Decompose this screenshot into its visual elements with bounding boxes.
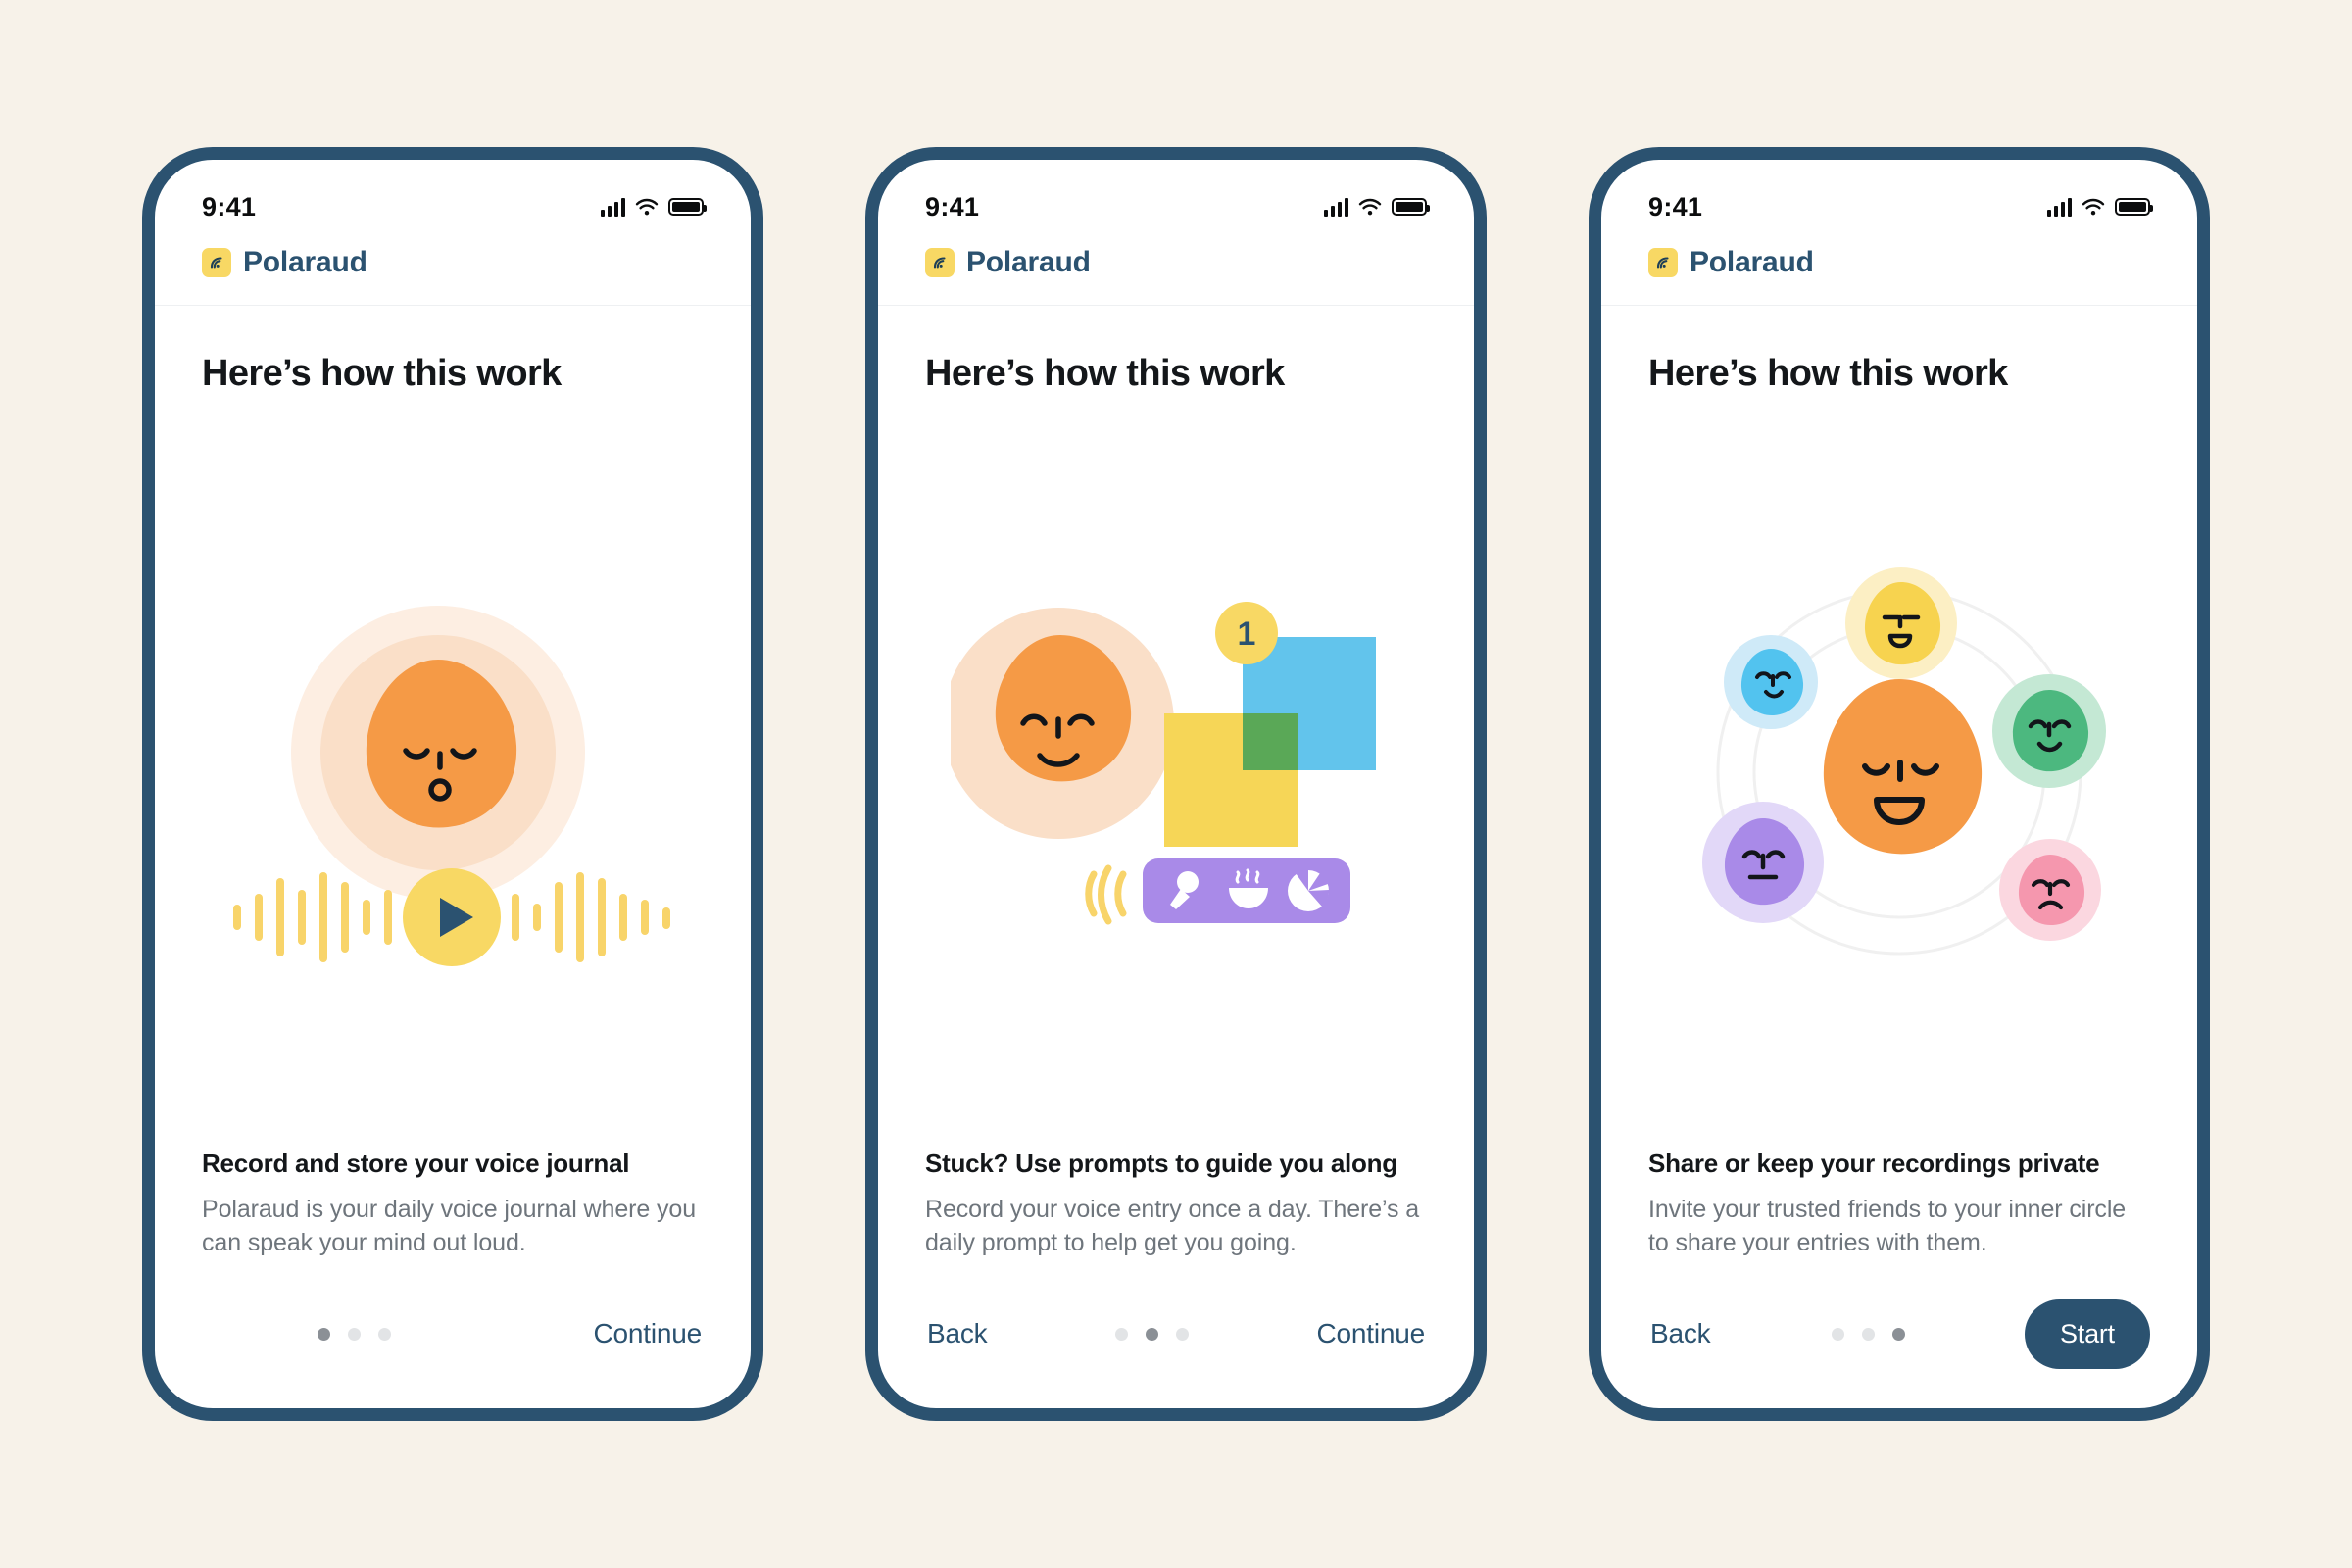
caption-body: Polaraud is your daily voice journal whe… (202, 1196, 697, 1256)
brand-bar: Polaraud (1601, 236, 2197, 306)
pagination-dots (1832, 1327, 1906, 1341)
brand-name: Polaraud (243, 246, 368, 278)
status-time: 9:41 (202, 191, 257, 221)
caption-block: Stuck? Use prompts to guide you along Re… (878, 1149, 1474, 1259)
back-button[interactable]: Back (1648, 1312, 1712, 1355)
brand-name: Polaraud (966, 246, 1091, 278)
pagination-dots (318, 1327, 391, 1341)
brand-name: Polaraud (1690, 246, 1814, 278)
illustration-graphic (233, 605, 670, 966)
cellular-signal-icon (2046, 197, 2072, 217)
pagination-dot[interactable] (1862, 1327, 1876, 1341)
brand-bar: Polaraud (878, 236, 1474, 306)
continue-button[interactable]: Continue (1315, 1312, 1427, 1355)
illustration-graphic (1702, 566, 2106, 955)
pagination-dot[interactable] (1832, 1327, 1845, 1341)
daily-prompt-cards-illustration: 1 (878, 395, 1474, 1149)
page-title: Here’s how this work (202, 353, 562, 394)
cellular-signal-icon (600, 197, 625, 217)
wifi-icon (1358, 198, 1382, 215)
status-bar: 9:41 (155, 160, 751, 236)
inner-circle-friends-illustration (1601, 395, 2197, 1149)
caption-title: Record and store your voice journal (202, 1149, 630, 1178)
polaraud-wave-logo-icon (202, 248, 231, 277)
caption-block: Record and store your voice journal Pola… (155, 1149, 751, 1259)
phone-screen-1: 9:41 Polaraud Here’s how this work Recor… (142, 147, 763, 1421)
caption-body: Record your voice entry once a day. Ther… (925, 1196, 1420, 1256)
phone-screen-2: 9:41 Polaraud Here’s how this work 1 Stu… (865, 147, 1487, 1421)
status-time: 9:41 (925, 191, 980, 221)
page-title: Here’s how this work (1648, 353, 2008, 394)
status-icons (1323, 197, 1430, 217)
pagination-dot[interactable] (348, 1327, 361, 1341)
card-overlap (1243, 712, 1298, 770)
caption-title: Stuck? Use prompts to guide you along (925, 1149, 1397, 1178)
wifi-icon (635, 198, 659, 215)
polaraud-wave-logo-icon (1648, 248, 1678, 277)
phone-screen-3: 9:41 Polaraud Here’s how this work Share… (1589, 147, 2210, 1421)
pagination-dots (1114, 1327, 1189, 1341)
page-title: Here’s how this work (925, 353, 1285, 394)
caption-title: Share or keep your recordings private (1648, 1149, 2100, 1178)
polaraud-wave-logo-icon (925, 248, 955, 277)
footer-nav: Back Start (1601, 1259, 2197, 1408)
start-button[interactable]: Start (2024, 1298, 2150, 1369)
voice-journal-play-illustration (155, 395, 751, 1149)
pagination-dot[interactable] (1175, 1327, 1189, 1341)
caption-block: Share or keep your recordings private In… (1601, 1149, 2197, 1259)
pagination-dot[interactable] (318, 1327, 330, 1341)
footer-nav: Back Continue (878, 1259, 1474, 1408)
continue-button[interactable]: Continue (592, 1312, 704, 1355)
back-button[interactable]: Back (925, 1312, 989, 1355)
footer-nav: Continue (155, 1259, 751, 1408)
illustration-graphic: 1 (951, 601, 1376, 924)
brand-bar: Polaraud (155, 236, 751, 306)
battery-full-icon (2115, 198, 2153, 216)
status-bar: 9:41 (1601, 160, 2197, 236)
status-icons (600, 197, 707, 217)
sound-wave-icon (1085, 864, 1127, 924)
onboarding-screens-stage: 9:41 Polaraud Here’s how this work Recor… (0, 0, 2352, 1568)
battery-full-icon (668, 198, 707, 216)
pagination-dot[interactable] (1145, 1327, 1158, 1341)
pagination-dot[interactable] (1114, 1327, 1128, 1341)
battery-full-icon (1392, 198, 1430, 216)
status-time: 9:41 (1648, 191, 1703, 221)
cellular-signal-icon (1323, 197, 1348, 217)
wifi-icon (2082, 198, 2105, 215)
prompt-badge-number: 1 (1238, 615, 1256, 653)
status-icons (2046, 197, 2153, 217)
status-bar: 9:41 (878, 160, 1474, 236)
pagination-dot[interactable] (1892, 1327, 1906, 1341)
pagination-dot[interactable] (378, 1327, 391, 1341)
beach-ball-icon (1288, 869, 1330, 911)
caption-body: Invite your trusted friends to your inne… (1648, 1196, 2127, 1256)
